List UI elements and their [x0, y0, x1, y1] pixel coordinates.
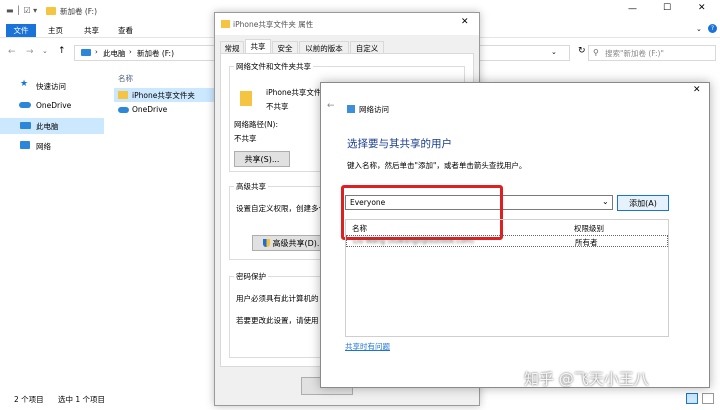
dialog-heading: 选择要与其共享的用户 [347, 138, 452, 150]
group-title: 高级共享 [234, 181, 268, 192]
sidebar-item-network[interactable]: 网络 [0, 138, 104, 154]
column-header-level[interactable]: 权限级别 [574, 223, 604, 234]
back-arrow-icon[interactable]: ← [327, 101, 335, 111]
file-name: iPhone共享文件夹 [132, 91, 195, 100]
properties-titlebar: iPhone共享文件夹 属性 ✕ [215, 13, 479, 35]
cloud-icon [118, 107, 129, 113]
help-link[interactable]: 共享时有问题 [345, 341, 390, 352]
user-name: Liu Wang (liuwangli@outlook.com) [353, 237, 475, 245]
folder-icon [240, 91, 252, 106]
back-arrow-icon[interactable]: ← [8, 47, 16, 57]
sidebar-item-onedrive[interactable]: OneDrive [0, 98, 104, 114]
search-input[interactable]: ⚲ 搜索"新加卷 (F:)" [588, 45, 716, 61]
chevron-down-icon[interactable]: ⌄ [602, 197, 609, 206]
share-status: 不共享 [266, 102, 289, 111]
minimize-button[interactable]: — [628, 4, 637, 14]
sidebar-item-label: 网络 [36, 142, 51, 151]
watermark: 知乎 @飞天小王八 [524, 370, 649, 388]
details-view-icon[interactable] [686, 393, 698, 404]
password-change-desc: 若要更改此设置，请使用 [236, 316, 319, 325]
list-item[interactable]: iPhone共享文件夹 [114, 88, 218, 102]
up-arrow-icon[interactable]: ↑ [58, 46, 66, 56]
address-part-pc[interactable]: 此电脑 [103, 48, 126, 59]
close-button[interactable]: ✕ [693, 85, 701, 95]
column-header-name[interactable]: 名称 [352, 223, 367, 234]
address-part-drive[interactable]: 新加卷 (F:) [137, 48, 174, 59]
file-name: OneDrive [132, 105, 168, 114]
recent-chevron-icon[interactable]: ⌄ [42, 47, 48, 55]
ribbon-tab-share[interactable]: 共享 [84, 25, 99, 36]
refresh-icon[interactable]: ↻ [578, 46, 586, 56]
network-path-label: 网络路径(N): [234, 120, 278, 129]
network-icon [20, 141, 30, 149]
explorer-title: 新加卷 (F:) [60, 7, 97, 16]
computer-icon [81, 49, 91, 56]
properties-title: iPhone共享文件夹 属性 [233, 20, 314, 29]
shield-icon [263, 239, 271, 247]
advanced-desc: 设置自定义权限，创建多个 [236, 204, 326, 213]
sidebar-item-quick-access[interactable]: ★ 快速访问 [0, 78, 104, 94]
tab-sharing[interactable]: 共享 [245, 39, 271, 54]
address-sep: › [95, 48, 98, 56]
status-selected: 选中 1 个项目 [58, 395, 106, 404]
star-icon: ★ [20, 79, 29, 89]
sidebar-item-label: 快速访问 [36, 82, 66, 91]
ribbon-tab-home[interactable]: 主页 [48, 25, 63, 36]
network-access-dialog: ✕ ← 网络访问 选择要与其共享的用户 键入名称，然后单击"添加"，或者单击箭头… [320, 82, 710, 388]
permission-level: 所有者 [575, 238, 598, 247]
group-title: 密码保护 [234, 271, 268, 282]
network-path-value: 不共享 [234, 134, 257, 143]
dialog-breadcrumb: 网络访问 [359, 105, 389, 114]
table-row[interactable]: Liu Wang (liuwangli@outlook.com) 所有者 [346, 235, 668, 247]
sidebar-item-this-pc[interactable]: 此电脑 [0, 118, 104, 134]
file-list: 名称 iPhone共享文件夹 OneDrive [112, 66, 218, 384]
address-dropdown-icon[interactable]: ⌄ [551, 48, 557, 56]
advanced-sharing-label: 高级共享(D)... [272, 238, 325, 248]
close-button[interactable]: ✕ [461, 17, 469, 27]
folder-icon [118, 91, 128, 99]
column-header-name[interactable]: 名称 [118, 73, 133, 84]
status-item-count: 2 个项目 [14, 395, 44, 404]
quick-access-toolbar[interactable]: ▬ │ ☑ ▾ [6, 6, 37, 15]
computer-icon [20, 122, 31, 129]
nav-pane: ★ 快速访问 OneDrive 此电脑 网络 [0, 66, 108, 384]
ribbon-tab-view[interactable]: 查看 [118, 25, 133, 36]
add-button[interactable]: 添加(A) [617, 195, 669, 211]
address-sep: › [129, 48, 132, 56]
help-icon[interactable]: ? [708, 24, 717, 33]
dialog-instruction: 键入名称，然后单击"添加"，或者单击箭头查找用户。 [347, 161, 527, 170]
maximize-button[interactable]: ☐ [663, 3, 671, 13]
group-title: 网络文件和文件夹共享 [234, 61, 313, 72]
folder-icon [221, 20, 230, 28]
folder-icon [46, 7, 56, 15]
share-button[interactable]: 共享(S)... [234, 151, 290, 167]
expand-ribbon-icon[interactable]: ⌄ [696, 25, 702, 33]
search-icon: ⚲ [593, 48, 599, 57]
list-item[interactable]: OneDrive [114, 103, 218, 117]
network-icon [347, 105, 355, 113]
close-button[interactable]: ✕ [698, 3, 706, 13]
ribbon-tab-file[interactable]: 文件 [6, 24, 36, 37]
screen: { "explorer":{ "title":"新加卷 (F:)", "ribb… [0, 0, 720, 410]
cloud-icon [19, 102, 31, 108]
large-icons-view-icon[interactable] [702, 393, 714, 404]
search-placeholder: 搜索"新加卷 (F:)" [605, 49, 664, 58]
sidebar-item-label: OneDrive [36, 101, 72, 110]
forward-arrow-icon[interactable]: → [26, 47, 34, 57]
sidebar-item-label: 此电脑 [36, 122, 59, 131]
password-desc: 用户必须具有此计算机的 [236, 294, 319, 303]
user-table: 名称 权限级别 Liu Wang (liuwangli@outlook.com)… [345, 219, 669, 337]
